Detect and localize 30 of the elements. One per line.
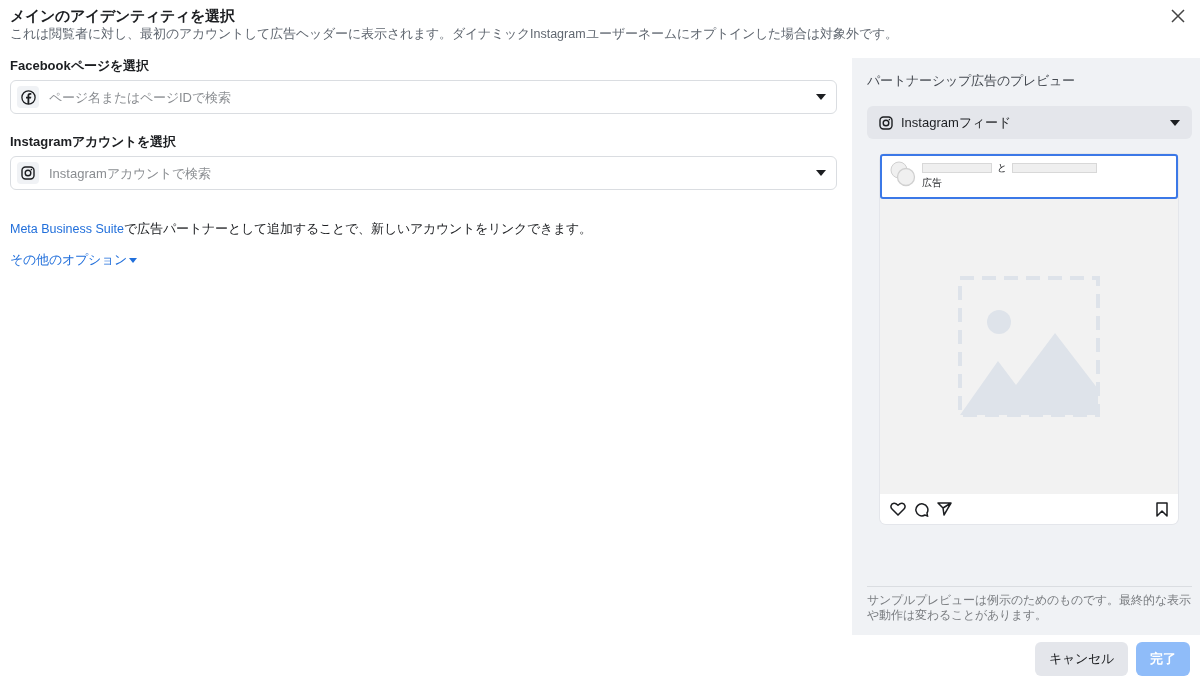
bookmark-icon[interactable] bbox=[1156, 501, 1168, 517]
more-options-link[interactable]: その他のオプション bbox=[10, 252, 137, 269]
link-note: Meta Business Suiteで広告パートナーとして追加することで、新しいアカウントをリンクできます。 bbox=[10, 221, 593, 238]
field-label: Facebookページを選択 bbox=[10, 58, 150, 74]
close-button[interactable] bbox=[1170, 8, 1186, 24]
business-suite-link[interactable]: Meta Business Suite bbox=[10, 222, 124, 236]
send-icon[interactable] bbox=[937, 502, 952, 516]
sponsored-label: 広告 bbox=[922, 176, 943, 190]
cancel-button[interactable]: キャンセル bbox=[1035, 642, 1128, 676]
facebook-icon bbox=[20, 89, 36, 105]
dialog-title: メインのアイデンティティを選択 bbox=[10, 6, 236, 25]
avatar-icon bbox=[890, 161, 916, 187]
name-placeholder bbox=[922, 163, 992, 173]
caret-icon bbox=[816, 94, 826, 100]
dialog-subtitle: これは閲覧者に対し、最初のアカウントして広告ヘッダーに表示されます。ダイナミックInstagramユーザーネームにオプトインした場合は対象外です。 bbox=[10, 26, 898, 43]
caret-icon bbox=[816, 170, 826, 176]
preview-disclaimer: サンプルプレビューは例示のためのものです。最終的な表示や動作は変わることがあります。 bbox=[867, 586, 1192, 623]
search-dropdown[interactable]: Instagramアカウントで検索 bbox=[10, 156, 837, 190]
joiner-text: と bbox=[997, 161, 1007, 175]
caret-icon bbox=[129, 258, 137, 263]
preview-title: パートナーシップ広告のプレビュー bbox=[867, 72, 1076, 90]
instagram-icon bbox=[21, 166, 35, 180]
field-label: Instagramアカウントを選択 bbox=[10, 134, 178, 150]
search-dropdown[interactable]: ページ名またはページIDで検索 bbox=[10, 80, 837, 114]
comment-icon[interactable] bbox=[914, 501, 929, 517]
caret-icon bbox=[1170, 119, 1180, 126]
post-header[interactable]: と 広告 bbox=[880, 154, 1178, 199]
heart-icon[interactable] bbox=[890, 502, 906, 516]
placement-dropdown[interactable]: Instagramフィード bbox=[867, 106, 1192, 139]
instagram-icon bbox=[879, 115, 893, 130]
